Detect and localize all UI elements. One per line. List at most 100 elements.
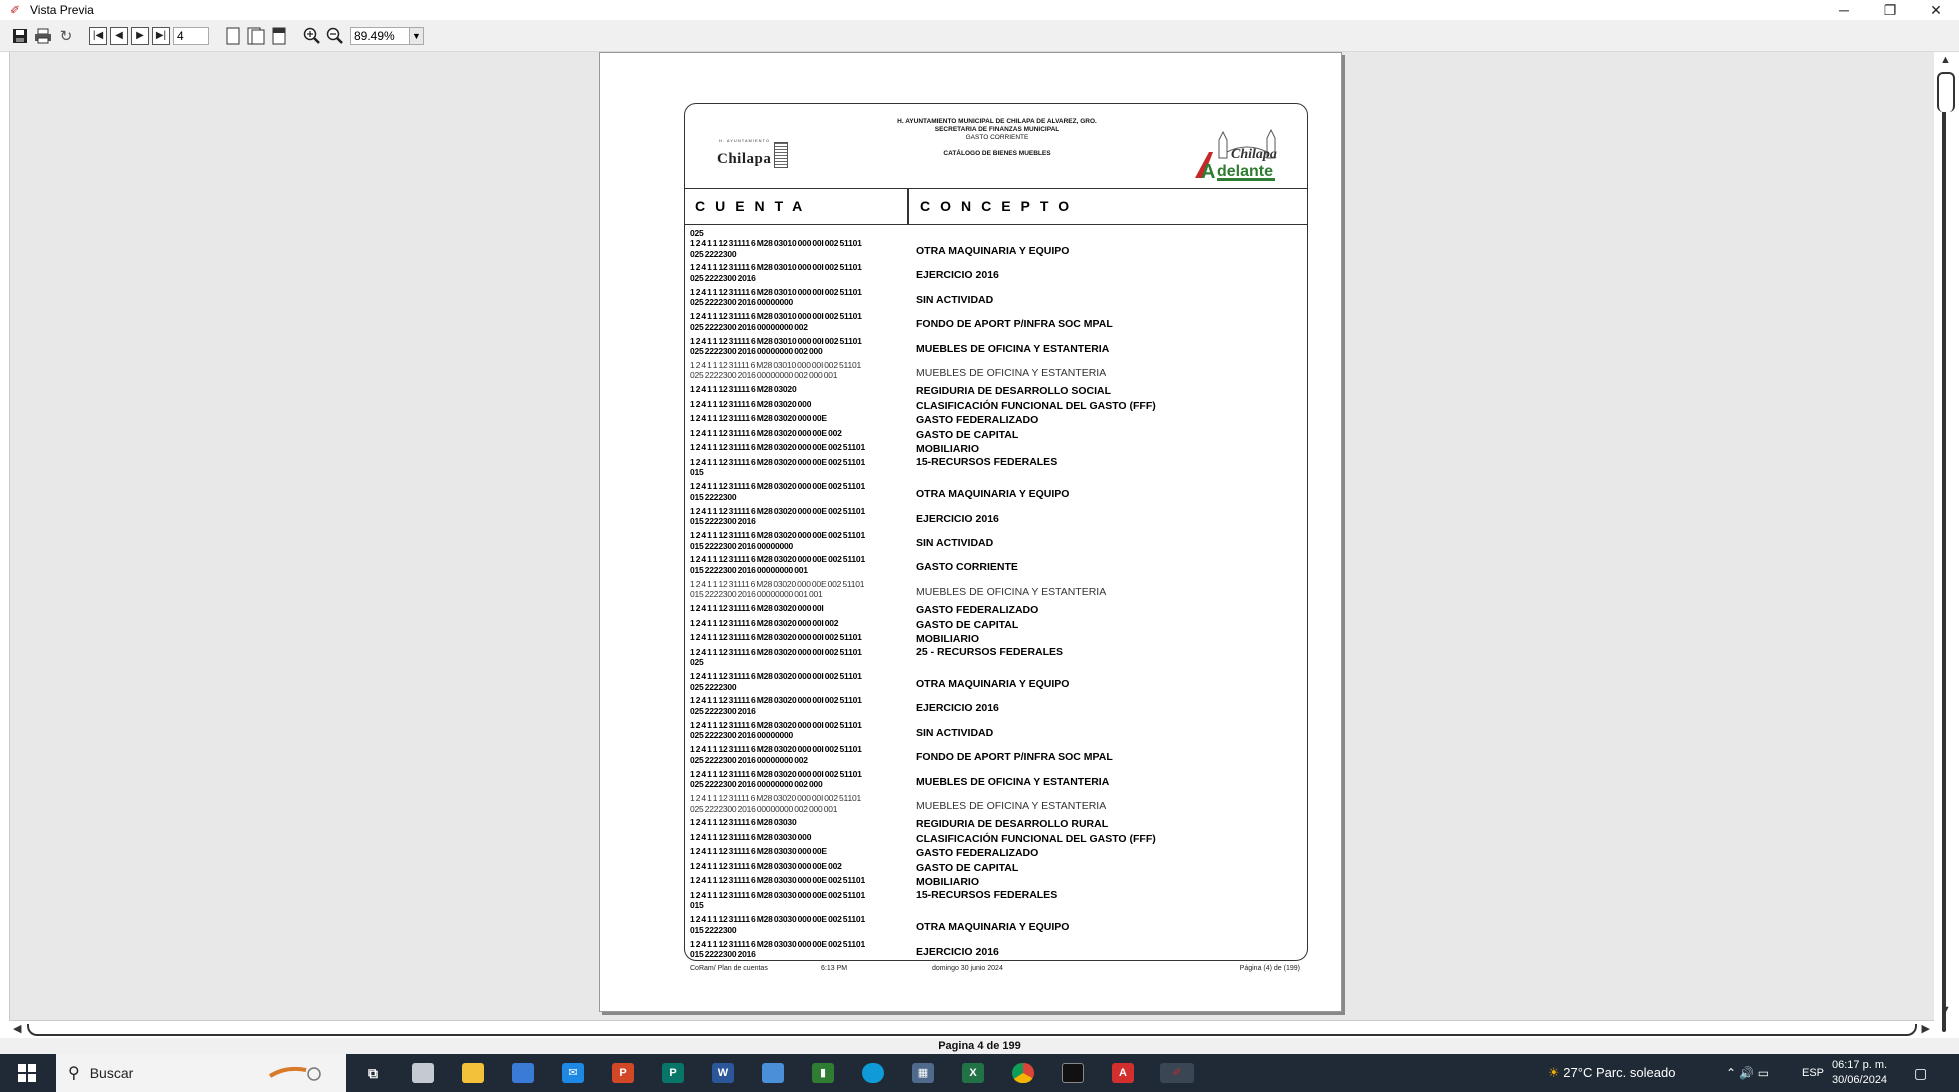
cuenta-cell: 1 2 4 1 1 12 31111 6 M28 03020 000 00I 0… <box>690 744 862 765</box>
cuenta-cell: 1 2 4 1 1 12 31111 6 M28 03020 000 00E 0… <box>690 554 865 575</box>
scroll-left-icon[interactable]: ◀ <box>13 1022 21 1035</box>
chart-app-icon[interactable]: ▮ <box>812 1063 834 1083</box>
cuenta-cell: 1 2 4 1 1 12 31111 6 M28 03010 000 00I 0… <box>690 238 862 259</box>
concepto-cell: REGIDURIA DE DESARROLLO SOCIAL <box>916 385 1112 398</box>
excel-icon[interactable]: X <box>962 1063 984 1083</box>
word-icon[interactable]: W <box>712 1063 734 1083</box>
table-row: 1 2 4 1 1 12 31111 6 M28 03020 000 CLASIF… <box>690 399 1305 414</box>
file-explorer-icon[interactable] <box>462 1063 484 1083</box>
table-row: 1 2 4 1 1 12 31111 6 M28 03020 000 00E 0… <box>690 579 1305 603</box>
cuenta-cell: 025 <box>690 228 704 238</box>
chrome-icon[interactable] <box>1012 1063 1034 1083</box>
column-headers: CUENTA CONCEPTO <box>685 189 1307 225</box>
refresh-icon[interactable]: ↻ <box>56 26 76 46</box>
clock[interactable]: 06:17 p. m. 30/06/2024 <box>1832 1058 1887 1088</box>
edge-icon[interactable] <box>862 1063 884 1083</box>
concepto-cell: GASTO DE CAPITAL <box>916 428 1019 441</box>
language-indicator[interactable]: ESP <box>1802 1054 1824 1092</box>
column-concepto: CONCEPTO <box>920 198 1080 214</box>
page-width-icon[interactable] <box>269 26 289 46</box>
remote-desktop-icon[interactable] <box>762 1063 784 1083</box>
tray-icons[interactable]: ⌃ 🔊 ▭ <box>1726 1054 1769 1092</box>
toolbar: ↻ |◀ ◀ ▶ ▶| 4 89.49% ▼ <box>0 20 1959 52</box>
cuenta-cell: 1 2 4 1 1 12 31111 6 M28 03020 000 00I 0… <box>690 719 862 741</box>
restore-button[interactable]: ❐ <box>1867 0 1913 20</box>
calculator-icon[interactable]: ▦ <box>912 1063 934 1083</box>
concepto-cell: FONDO DE APORT P/INFRA SOC MPAL <box>916 318 1113 331</box>
volume-icon[interactable]: 🔊 <box>1739 1066 1754 1080</box>
concepto-cell: 15-RECURSOS FEDERALES <box>916 455 1058 468</box>
zoom-select[interactable]: 89.49% ▼ <box>350 26 424 45</box>
concepto-cell: GASTO CORRIENTE <box>916 561 1018 574</box>
cuenta-cell: 1 2 4 1 1 12 31111 6 M28 03020 000 00E 0… <box>690 578 865 600</box>
cuenta-cell: 1 2 4 1 1 12 31111 6 M28 03020 000 00I 0… <box>690 768 862 790</box>
table-row: 1 2 4 1 1 12 31111 6 M28 03020 000 00I 0… <box>690 720 1305 744</box>
table-row: 1 2 4 1 1 12 31111 6 M28 03020 000 00E 0… <box>690 428 1305 443</box>
close-button[interactable]: ✕ <box>1913 0 1959 20</box>
concepto-cell: GASTO FEDERALIZADO <box>916 847 1039 860</box>
cuenta-cell: 1 2 4 1 1 12 31111 6 M28 03020 000 00E <box>690 413 827 424</box>
minimize-button[interactable]: ─ <box>1821 0 1867 20</box>
concepto-cell: OTRA MAQUINARIA Y EQUIPO <box>916 921 1070 934</box>
chilapa-logo: H. AYUNTAMIENTO Chilapa <box>717 138 789 168</box>
table-row: 1 2 4 1 1 12 31111 6 M28 03010 000 00I 0… <box>690 311 1305 335</box>
search-icon: ⚲ <box>68 1065 80 1082</box>
page-number-input[interactable]: 4 <box>173 26 209 45</box>
network-icon[interactable]: ▭ <box>1758 1066 1769 1080</box>
concepto-cell: 25 - RECURSOS FEDERALES <box>916 645 1064 658</box>
vertical-scrollbar[interactable]: ▲ ▼ <box>1934 52 1959 1032</box>
concepto-cell: FONDO DE APORT P/INFRA SOC MPAL <box>916 751 1113 764</box>
next-page-icon[interactable]: ▶ <box>131 26 149 45</box>
save-icon[interactable] <box>10 26 30 46</box>
taskbar-search[interactable]: ⚲ Buscar <box>56 1054 346 1092</box>
table-row: 1 2 4 1 1 12 31111 6 M28 03020 000 00E 0… <box>690 530 1305 554</box>
concepto-cell: EJERCICIO 2016 <box>916 702 999 715</box>
store-icon[interactable] <box>512 1063 534 1083</box>
horizontal-scrollbar[interactable]: ◀ ▶ <box>9 1020 1934 1038</box>
windows-start-icon[interactable] <box>18 1064 36 1082</box>
last-page-icon[interactable]: ▶| <box>152 26 170 45</box>
file-icon[interactable] <box>412 1063 434 1083</box>
concepto-cell: EJERCICIO 2016 <box>916 269 999 282</box>
notification-icon[interactable]: ▢ <box>1914 1054 1927 1092</box>
crest-icon <box>774 142 789 168</box>
powerpoint-icon[interactable]: P <box>612 1063 634 1083</box>
concepto-cell: MUEBLES DE OFICINA Y ESTANTERIA <box>916 366 1107 379</box>
publisher-icon[interactable]: P <box>662 1063 684 1083</box>
acrobat-icon[interactable]: A <box>1112 1063 1134 1083</box>
cuenta-cell: 1 2 4 1 1 12 31111 6 M28 03030 000 <box>690 831 812 842</box>
mail-icon[interactable]: ✉ <box>562 1063 584 1083</box>
first-page-icon[interactable]: |◀ <box>89 26 107 45</box>
weather-widget[interactable]: ☀ 27°C Parc. soleado <box>1548 1054 1675 1092</box>
document-page: H. AYUNTAMIENTO Chilapa H. AYUNTAMIENTO … <box>599 52 1342 1012</box>
single-page-icon[interactable] <box>223 26 243 46</box>
concepto-cell: EJERCICIO 2016 <box>916 512 999 525</box>
pdf-viewer-taskbar-icon[interactable]: ✐ <box>1160 1063 1194 1083</box>
prev-page-icon[interactable]: ◀ <box>110 26 128 45</box>
scroll-right-icon[interactable]: ▶ <box>1922 1022 1930 1035</box>
cuenta-cell: 1 2 4 1 1 12 31111 6 M28 03010 000 00I 0… <box>690 311 862 332</box>
scroll-down-icon[interactable]: ▼ <box>1940 1004 1951 1016</box>
cuenta-cell: 1 2 4 1 1 12 31111 6 M28 03020 000 00E 0… <box>690 505 865 527</box>
concepto-cell: MUEBLES DE OFICINA Y ESTANTERIA <box>916 342 1110 355</box>
table-row: 1 2 4 1 1 12 31111 6 M28 03030 REGIDURIA … <box>690 817 1305 832</box>
zoom-out-icon[interactable] <box>325 26 345 46</box>
task-view-icon[interactable]: ⧉ <box>362 1063 384 1083</box>
scroll-up-icon[interactable]: ▲ <box>1940 54 1951 66</box>
taskbar: ⚲ Buscar ⧉ ✉ P P W ▮ ▦ X A ✐ ☀ 27°C Parc… <box>0 1054 1959 1092</box>
print-icon[interactable] <box>33 26 53 46</box>
terminal-icon[interactable] <box>1062 1063 1084 1083</box>
table-row: 1 2 4 1 1 12 31111 6 M28 03020 000 00I 0… <box>690 744 1305 768</box>
logo-right-letter: A <box>1201 161 1215 182</box>
table-row: 1 2 4 1 1 12 31111 6 M28 03020 000 00E 0… <box>690 554 1305 578</box>
concepto-cell: MUEBLES DE OFICINA Y ESTANTERIA <box>916 800 1107 813</box>
concepto-cell: SIN ACTIVIDAD <box>916 537 994 550</box>
zoom-in-icon[interactable] <box>302 26 322 46</box>
table-row: 1 2 4 1 1 12 31111 6 M28 03010 000 00I 0… <box>690 238 1305 262</box>
column-cuenta: CUENTA <box>695 198 813 214</box>
concepto-cell: GASTO FEDERALIZADO <box>916 604 1039 617</box>
scroll-thumb[interactable] <box>1937 72 1955 112</box>
chevron-up-icon[interactable]: ⌃ <box>1726 1066 1736 1080</box>
two-page-icon[interactable] <box>246 26 266 46</box>
chevron-down-icon[interactable]: ▼ <box>409 27 423 44</box>
